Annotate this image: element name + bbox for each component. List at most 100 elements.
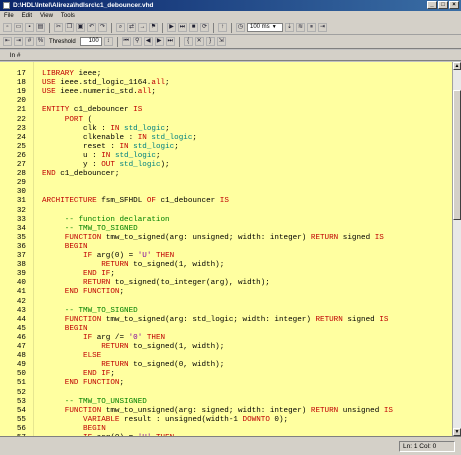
chevron-down-icon: ▼ xyxy=(271,24,277,30)
code-line[interactable]: USE ieee.numeric_std.all; xyxy=(42,87,156,97)
code-token: c1_debouncer; xyxy=(55,170,120,179)
code-token: signed xyxy=(338,233,375,242)
copy-icon[interactable]: ❐ xyxy=(65,23,74,32)
bookmark-icon[interactable]: ⚑ xyxy=(149,23,158,32)
code-token: ); xyxy=(160,161,170,169)
code-line[interactable]: END FUNCTION; xyxy=(42,287,124,297)
code-token: FUNCTION xyxy=(64,315,102,324)
code-line[interactable]: ARCHITECTURE fsm_SFHDL OF c1_debouncer I… xyxy=(42,196,229,206)
replace-icon[interactable]: ⇄ xyxy=(127,23,136,32)
toolbar-separator xyxy=(111,22,112,33)
code-token: unsigned xyxy=(338,406,384,415)
code-token: ; xyxy=(151,88,156,97)
scroll-up-icon[interactable]: ▲ xyxy=(453,62,461,70)
wave-icon[interactable]: ≋ xyxy=(296,23,305,32)
indent-icon[interactable]: ⇤ xyxy=(3,37,12,46)
code-token: ; xyxy=(155,151,161,160)
next-icon[interactable]: ▶ xyxy=(154,37,164,46)
code-token: y : xyxy=(42,161,102,169)
code-token: reset : xyxy=(42,142,120,151)
run-for-icon[interactable]: ⇣ xyxy=(285,23,294,32)
scroll-down-icon[interactable]: ▼ xyxy=(453,428,461,436)
bracket-right-icon[interactable]: } xyxy=(205,37,215,46)
new-file-icon[interactable]: ▫ xyxy=(3,23,12,32)
up-arrow-icon[interactable]: ↑ xyxy=(218,23,227,32)
code-token: 0); xyxy=(269,415,289,424)
expand-icon[interactable]: ⇲ xyxy=(216,37,226,46)
code-token: IS xyxy=(383,406,393,415)
code-token: ; xyxy=(165,124,170,133)
sim-time-combo[interactable]: 100 ms ▼ xyxy=(247,23,283,32)
vertical-scrollbar[interactable]: ▲ ▼ xyxy=(452,62,461,436)
open-folder-icon[interactable]: ▭ xyxy=(14,23,23,32)
paste-icon[interactable]: ▣ xyxy=(76,23,85,32)
code-token: fsm_SFHDL xyxy=(96,197,147,206)
break-icon[interactable]: ⏸ xyxy=(307,23,316,32)
code-token: c1_debouncer xyxy=(155,197,220,206)
code-line[interactable]: END c1_debouncer; xyxy=(42,169,119,179)
code-token: RETURN xyxy=(101,361,129,370)
code-token: to_signed(0, width); xyxy=(128,361,225,370)
menu-view[interactable]: View xyxy=(40,13,53,19)
code-token: std_logic xyxy=(133,142,175,151)
code-token: ELSE xyxy=(83,352,102,361)
threshold-combo[interactable]: 100 xyxy=(79,37,102,46)
cut-icon[interactable]: ✂ xyxy=(54,23,63,32)
line-number-header: ln # xyxy=(10,51,21,59)
code-token: OF xyxy=(146,197,156,206)
scroll-thumb[interactable] xyxy=(453,90,461,220)
redo-icon[interactable]: ↷ xyxy=(98,23,107,32)
undo-icon[interactable]: ↶ xyxy=(87,23,96,32)
restart-icon[interactable]: ⟳ xyxy=(200,23,209,32)
run-icon[interactable]: ▶ xyxy=(167,23,176,32)
continue-icon[interactable]: ⇥ xyxy=(318,23,327,32)
code-token: RETURN xyxy=(310,233,339,242)
code-token: arg(0) = xyxy=(92,252,138,260)
code-token: ; xyxy=(174,142,179,151)
menu-edit[interactable]: Edit xyxy=(22,13,32,19)
code-token: clkenable : xyxy=(42,133,138,142)
prev-icon[interactable]: ◀ xyxy=(143,37,153,46)
outdent-icon[interactable]: ⇥ xyxy=(14,37,23,46)
spin-icon[interactable]: ↕ xyxy=(103,37,113,46)
minimize-button[interactable]: _ xyxy=(427,1,437,9)
bracket-left-icon[interactable]: { xyxy=(183,37,193,46)
code-line[interactable]: FUNCTION tmw_to_signed(arg: std_logic; w… xyxy=(42,315,389,325)
maximize-button[interactable]: □ xyxy=(438,1,448,9)
binoculars-icon[interactable]: ⚲ xyxy=(132,37,142,46)
print-icon[interactable]: ▤ xyxy=(36,23,45,32)
last-icon[interactable]: ⏭ xyxy=(165,37,175,46)
menu-bar: File Edit View Tools xyxy=(0,11,461,21)
step-icon[interactable]: ⏭ xyxy=(178,23,187,32)
toolbar-separator xyxy=(162,22,163,33)
time-icon[interactable]: ◷ xyxy=(236,23,245,32)
code-token: ; xyxy=(110,270,115,279)
save-icon[interactable]: ▪ xyxy=(25,23,34,32)
comment-icon[interactable]: # xyxy=(25,37,34,46)
stop-icon[interactable]: ■ xyxy=(189,23,198,32)
column-header: ln # xyxy=(0,50,461,61)
code-token: to_signed(1, width); xyxy=(128,343,225,351)
first-icon[interactable]: ⏮ xyxy=(121,37,131,46)
code-token: ; xyxy=(119,379,125,388)
code-editor[interactable]: 17 LIBRARY ieee; 18 USE ieee.std_logic_1164… xyxy=(0,62,452,436)
title-bar: D:\HDL\Intel\Alireza\hdlsrc\c1_debouncer… xyxy=(0,0,461,11)
find-icon[interactable]: ⌕ xyxy=(116,23,125,32)
code-line[interactable]: FUNCTION tmw_to_signed(arg: unsigned; wi… xyxy=(42,233,384,243)
uncomment-icon[interactable]: % xyxy=(36,37,45,46)
code-token: 'U' xyxy=(137,252,152,260)
toolbar-separator xyxy=(49,22,50,33)
status-bar: Ln: 1 Col: 0 xyxy=(0,436,461,455)
secondary-toolbar: ⇤ ⇥ # % Threshold 100 ↕ ⏮ ⚲ ◀ ▶ ⏭ { ✕ } … xyxy=(0,35,461,49)
close-button[interactable]: × xyxy=(449,1,459,9)
code-line[interactable]: END FUNCTION; xyxy=(42,378,124,388)
toolbar-separator xyxy=(213,22,214,33)
goto-icon[interactable]: → xyxy=(138,23,147,32)
menu-tools[interactable]: Tools xyxy=(61,13,75,19)
menu-file[interactable]: File xyxy=(4,13,14,19)
clear-icon[interactable]: ✕ xyxy=(194,37,204,46)
